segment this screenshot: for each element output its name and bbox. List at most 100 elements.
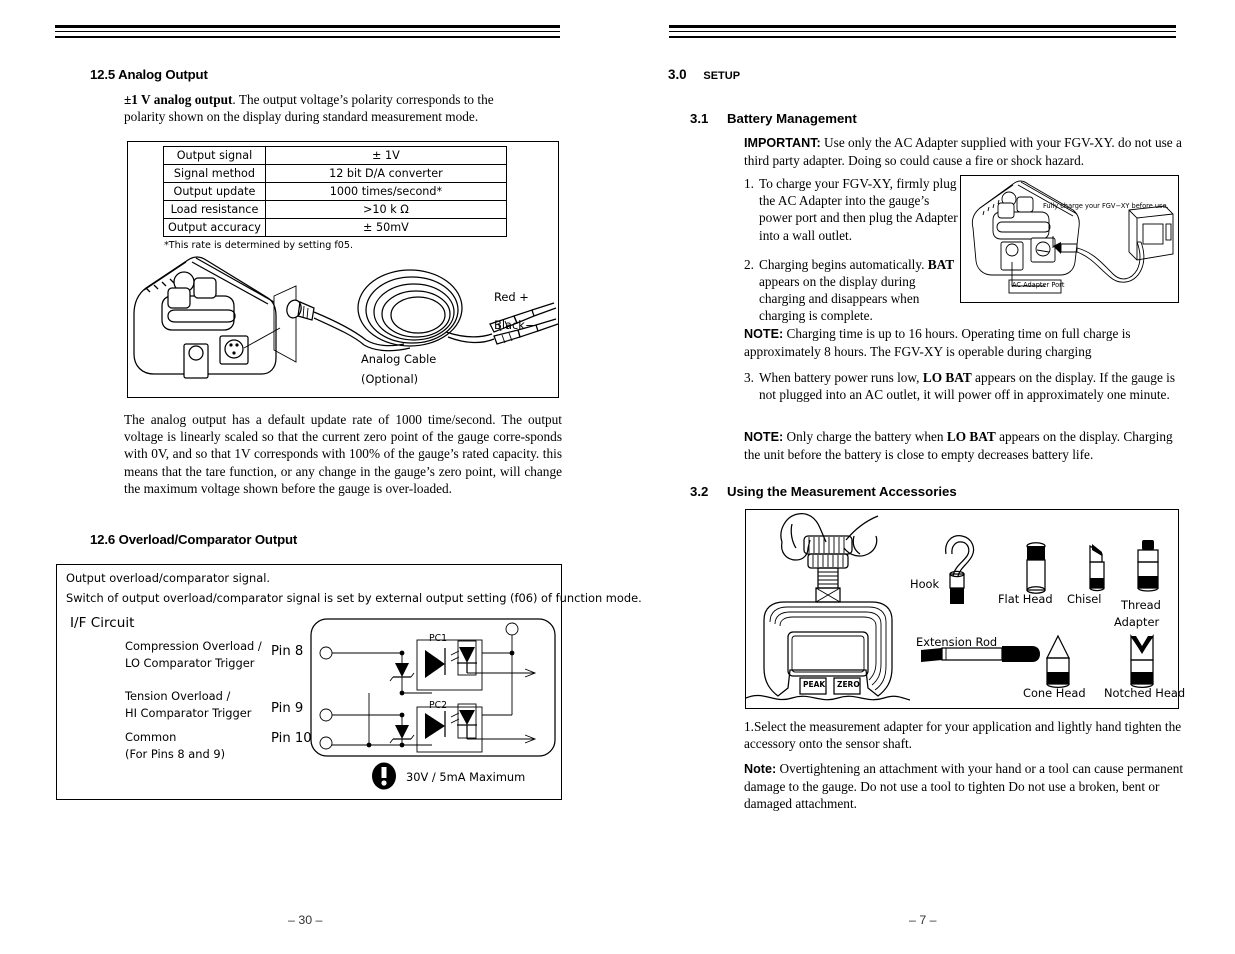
label-adapter: Adapter	[1114, 615, 1160, 629]
spec-value: 1000 times/second*	[264, 182, 507, 201]
label-pin-9: Pin 9	[271, 701, 304, 716]
page-number-left: – 30 –	[288, 913, 323, 927]
label-button-peak: PEAK	[803, 680, 826, 689]
list-item: 1. To charge your FGV-XY, firmly plug th…	[744, 175, 959, 244]
label-extension-rod: Extension Rod	[916, 635, 998, 649]
label-flat-head: Flat Head	[998, 592, 1053, 606]
accessories-note: Note: Overtightening an attachment with …	[744, 760, 1184, 813]
label-chisel: Chisel	[1067, 592, 1102, 606]
note-label: NOTE:	[744, 327, 784, 341]
header-rule-right	[669, 25, 1176, 38]
label-pc2: PC2	[429, 700, 448, 711]
page-right: 3.0 Setup 3.1 Battery Management IMPORTA…	[617, 0, 1235, 954]
ac-adapter-illustration	[971, 180, 1174, 294]
spec-table-footnote: *This rate is determined by setting f05.	[164, 240, 354, 251]
label-hi-comparator-trigger: HI Comparator Trigger	[125, 706, 252, 720]
table-row: Output signal ± 1V	[163, 146, 507, 165]
spec-label: Load resistance	[163, 200, 266, 219]
spec-value: ± 50mV	[264, 218, 507, 237]
figure-ac-adapter: Fully charge your FGV−XY before use. AC …	[960, 175, 1179, 303]
note-text: Charging time is up to 16 hours. Operati…	[744, 326, 1131, 360]
list-item-number: 2.	[744, 256, 754, 272]
list-item-text-pre: When battery power runs low,	[759, 370, 923, 385]
heading-12-5: 12.5 Analog Output	[90, 67, 208, 82]
heading-3-0: 3.0 Setup	[668, 67, 740, 82]
figure-measurement-accessories: PEAK ZERO Hook Flat Head Chisel Thread A…	[745, 509, 1185, 709]
table-row: Output update 1000 times/second*	[163, 182, 507, 201]
label-red-plus: Red +	[494, 290, 529, 304]
label-for-pins: (For Pins 8 and 9)	[125, 747, 226, 761]
label-hook: Hook	[910, 577, 940, 591]
accessories-illustration	[745, 512, 1159, 701]
important-label: IMPORTANT:	[744, 136, 821, 150]
label-notched-head: Notched Head	[1104, 686, 1186, 700]
heading-3-0-number: 3.0	[668, 67, 687, 82]
label-common: Common	[125, 730, 177, 744]
list-item-text-pre: Charging begins automatically.	[759, 256, 928, 272]
spec-value: 12 bit D/A converter	[264, 164, 507, 183]
label-compression-overload: Compression Overload /	[125, 639, 262, 653]
list-item-number: 3.	[744, 370, 754, 385]
battery-steps-1-2: 1. To charge your FGV-XY, firmly plug th…	[744, 175, 959, 325]
spec-value: >10 k Ω	[264, 200, 507, 219]
label-thread: Thread	[1121, 598, 1161, 612]
intro-bold: ±1 V analog output	[124, 92, 233, 107]
page-number-right: – 7 –	[909, 913, 937, 927]
note-only-charge: NOTE: Only charge the battery when LO BA…	[744, 428, 1187, 463]
header-rule-left	[55, 25, 560, 38]
table-row: Load resistance >10 k Ω	[163, 200, 507, 219]
note-label: Note:	[744, 762, 777, 776]
heading-3-2: 3.2 Using the Measurement Accessories	[690, 484, 957, 499]
spec-label: Output update	[163, 182, 266, 201]
heading-3-2-title: Using the Measurement Accessories	[727, 484, 957, 499]
figure-caption-charge: Fully charge your FGV−XY before use.	[1043, 202, 1169, 210]
figure-line-1: Output overload/comparator signal.	[66, 571, 271, 585]
heading-3-1-number: 3.1	[690, 111, 709, 126]
table-row: Output accuracy ± 50mV	[163, 218, 507, 237]
heading-3-1-title: Battery Management	[727, 111, 857, 126]
note-bold: LO BAT	[946, 429, 996, 444]
figure-overload-comparator: Output overload/comparator signal. Switc…	[56, 564, 642, 800]
label-cone-head: Cone Head	[1023, 686, 1086, 700]
label-pin-10: Pin 10	[271, 731, 312, 746]
label-pc1: PC1	[429, 633, 448, 644]
heading-3-0-title: Setup	[703, 70, 741, 82]
note-charging-time: NOTE: Charging time is up to 16 hours. O…	[744, 325, 1184, 360]
figure-analog-output: Output signal ± 1V Signal method 12 bit …	[127, 141, 559, 398]
label-ac-adapter-port: AC Adapter Port	[1012, 281, 1065, 289]
list-item: 2. Charging begins automatically. BAT ap…	[744, 256, 959, 325]
heading-12-6: 12.6 Overload/Comparator Output	[90, 532, 298, 547]
label-lo-comparator-trigger: LO Comparator Trigger	[125, 656, 255, 670]
important-note: IMPORTANT: Use only the AC Adapter suppl…	[744, 134, 1184, 169]
spec-label: Output accuracy	[163, 218, 266, 237]
list-item-number: 1.	[744, 176, 754, 191]
label-warning-rating: 30V / 5mA Maximum	[406, 770, 526, 784]
note-label: NOTE:	[744, 430, 784, 444]
circuit-title: I/F Circuit	[70, 615, 135, 631]
heading-3-2-number: 3.2	[690, 484, 709, 499]
heading-3-1: 3.1 Battery Management	[690, 111, 857, 126]
spec-table-analog-output: Output signal ± 1V Signal method 12 bit …	[163, 146, 507, 237]
label-pin-8: Pin 8	[271, 644, 304, 659]
battery-step-3: 3. When battery power runs low, LO BAT a…	[744, 369, 1184, 403]
accessories-step-1: 1.Select the measurement adapter for you…	[744, 719, 1182, 752]
list-item-bold: LO BAT	[922, 370, 972, 385]
warning-icon	[372, 762, 396, 790]
spec-label: Output signal	[163, 146, 266, 165]
paragraph-12-5: The analog output has a default update r…	[124, 412, 562, 496]
page-left: 12.5 Analog Output ±1 V analog output. T…	[0, 0, 642, 954]
list-item-text-post: appears on the display during charging a…	[759, 274, 920, 324]
note-text-pre: Only charge the battery when	[783, 429, 947, 444]
list-item-text: To charge your FGV-XY, firmly plug the A…	[759, 176, 958, 243]
list-item-bold: BAT	[927, 256, 955, 272]
label-button-zero: ZERO	[837, 680, 860, 689]
intro-paragraph-12-5: ±1 V analog output. The output voltage’s…	[124, 91, 524, 125]
list-item: 3. When battery power runs low, LO BAT a…	[744, 369, 1184, 403]
spec-label: Signal method	[163, 164, 266, 183]
table-row: Signal method 12 bit D/A converter	[163, 164, 507, 183]
figure-line-2: Switch of output overload/comparator sig…	[66, 591, 642, 605]
note-text: Overtightening an attachment with your h…	[744, 761, 1184, 812]
label-tension-overload: Tension Overload /	[125, 689, 231, 703]
label-analog-cable: Analog Cable	[361, 352, 437, 366]
label-analog-cable-optional: (Optional)	[361, 372, 419, 386]
